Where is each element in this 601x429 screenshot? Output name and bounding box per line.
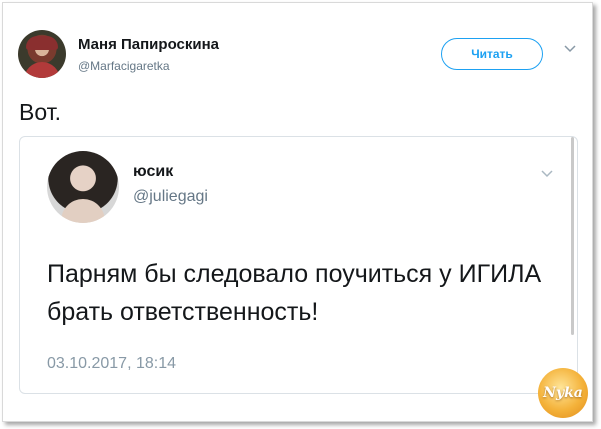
chevron-down-icon[interactable] [540,169,554,179]
quoted-author-avatar[interactable] [47,151,119,223]
watermark-logo: Nyka [538,368,588,418]
tweet-text: Вот. [19,99,62,125]
avatar-dress [24,62,60,78]
author-name[interactable]: Маня Папироскина [78,36,219,53]
avatar-shoulder [61,199,105,223]
author-avatar[interactable] [18,30,66,78]
quoted-tweet-text: Парням бы следовало поучиться у ИГИЛА бр… [47,260,542,326]
quoted-tweet-timestamp[interactable]: 03.10.2017, 18:14 [47,355,176,373]
chevron-down-icon[interactable] [563,44,577,54]
quoted-author-handle[interactable]: @juliegagi [133,188,208,206]
avatar-hat [26,36,58,50]
quoted-tweet[interactable]: юсик @juliegagi Парням бы следовало поуч… [19,136,578,394]
quoted-author-name[interactable]: юсик [133,163,173,181]
follow-button[interactable]: Читать [441,38,543,70]
author-handle[interactable]: @Marfacigaretka [78,59,170,73]
scrollbar[interactable] [571,137,574,335]
